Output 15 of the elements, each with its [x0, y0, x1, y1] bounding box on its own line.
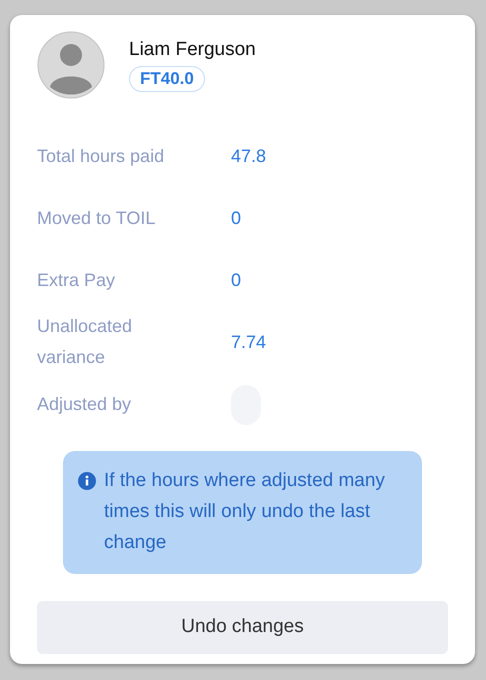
field-label: Total hours paid: [37, 144, 166, 168]
employee-name: Liam Ferguson: [129, 38, 256, 62]
info-icon: [78, 472, 96, 490]
field-value: 47.8: [231, 144, 266, 168]
field-label: Adjusted by: [37, 392, 132, 416]
field-value: 7.74: [231, 330, 266, 354]
undo-changes-button[interactable]: Undo changes: [37, 601, 448, 654]
field-label: Extra Pay: [37, 268, 116, 292]
contract-badge: FT40.0: [129, 66, 205, 92]
field-value: 0: [231, 268, 242, 292]
notice-text: If the hours where adjusted many times this will only undo the last change: [104, 469, 386, 555]
avatar-icon: [37, 31, 105, 99]
field-label: Unallocated variance: [37, 315, 134, 369]
field-value: 0: [231, 206, 242, 230]
field-label: Moved to TOIL: [37, 206, 156, 230]
